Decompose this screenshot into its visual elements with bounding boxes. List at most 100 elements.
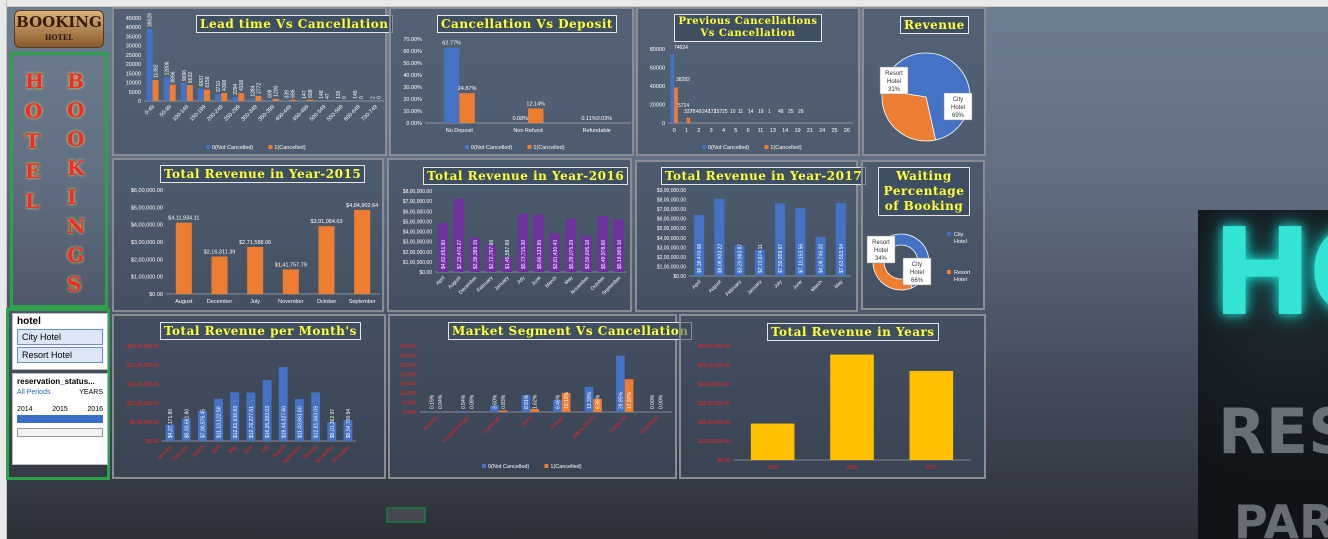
y-tick-label: 30.00%	[403, 85, 422, 91]
timeline-period[interactable]: All Periods	[17, 389, 50, 396]
x-tick-label: November	[278, 299, 304, 305]
hotel-slicer[interactable]: hotel City Hotel Resort Hotel	[12, 313, 108, 370]
timeline-year[interactable]: 2014	[17, 406, 33, 413]
y-tick-label: $0.00	[673, 274, 686, 280]
x-tick-label: Refundable	[583, 128, 611, 134]
y-tick-label: $15,00,000.00	[127, 382, 159, 388]
bar	[354, 209, 371, 294]
data-label: 39029	[147, 13, 153, 27]
legend-label: 0(Not Cancelled)	[488, 464, 529, 470]
legend-swatch	[544, 464, 549, 468]
data-label: 6.96%	[596, 394, 602, 409]
y-tick-label: $4,00,000.00	[657, 236, 686, 242]
data-label: $4,84,902.64	[346, 203, 378, 209]
timeline-year[interactable]: 2015	[52, 406, 68, 413]
y-tick-label: 10000	[126, 81, 141, 87]
legend-label: 0(Not Cancelled)	[471, 145, 512, 151]
bar	[283, 100, 290, 101]
bar	[318, 226, 335, 294]
x-tick-label: Groups	[549, 415, 565, 431]
data-label: $4,82,651.90	[441, 240, 447, 269]
title-letter: O	[25, 99, 43, 123]
legend-swatch	[702, 145, 706, 149]
legend-label: Hotel	[954, 277, 967, 283]
y-tick-label: $3,00,000.00	[657, 245, 686, 251]
panel-market-segment: 35.00% 30.00% 25.00% 20.00% 15.00% 10.00% 5.00…	[388, 314, 693, 479]
x-tick-label: 2016	[846, 465, 857, 471]
pie-label: 69%	[952, 113, 965, 119]
slicer-item-resort-hotel[interactable]: Resort Hotel	[17, 347, 103, 363]
bar	[232, 96, 239, 101]
x-tick-label: July	[250, 299, 260, 305]
pie-label: 66%	[911, 278, 924, 284]
x-tick-label: 5	[734, 128, 737, 134]
y-tick-label: $6,00,000.00	[131, 188, 163, 194]
x-tick-label: 24	[819, 128, 825, 134]
y-tick-label: $20,00,000.00	[698, 420, 730, 426]
bar	[830, 354, 874, 460]
bar	[198, 88, 204, 101]
data-label: $7,63,553.54	[839, 244, 845, 273]
data-label: $5,18,969.16	[617, 240, 623, 269]
data-label: 0	[359, 96, 365, 99]
x-tick-label: December	[207, 299, 233, 305]
bar	[750, 423, 795, 460]
pie-label: 34%	[875, 256, 888, 262]
reservation-status-timeline[interactable]: reservation_status... All Periods YEARS …	[12, 373, 108, 465]
x-tick-label: July	[773, 279, 784, 290]
selected-cell[interactable]	[386, 507, 426, 523]
x-tick-label: 26	[844, 128, 850, 134]
panel-revenue-per-month: $25,00,000.00 $20,00,000.00 $15,00,000.00 $…	[112, 314, 386, 479]
title-letter: S	[67, 272, 82, 296]
y-tick-label: $5,00,000.00	[130, 420, 159, 426]
title-letter: I	[67, 185, 77, 209]
y-tick-label: $7,00,000.00	[403, 199, 432, 205]
x-tick-label: Direct	[520, 415, 534, 429]
bar	[289, 99, 296, 101]
y-tick-label: 20000	[126, 62, 141, 68]
y-tick-label: 60.00%	[403, 49, 422, 55]
data-label: 8896	[171, 71, 177, 82]
y-tick-label: 0	[138, 99, 141, 105]
y-tick-label: $10,00,000.00	[127, 401, 159, 407]
x-tick-label: 250-299	[223, 104, 242, 123]
y-tick-label: 15000	[126, 71, 141, 77]
bar	[498, 410, 508, 412]
bar	[670, 53, 675, 123]
title-letter: G	[67, 243, 85, 267]
x-tick-label: June	[531, 275, 543, 287]
timeline-level[interactable]: YEARS	[79, 389, 103, 396]
timeline-scrollbar[interactable]	[17, 428, 103, 437]
timeline-year[interactable]: 2016	[87, 406, 103, 413]
y-tick-label: $2,00,000.00	[657, 255, 686, 261]
x-tick-label: 0-49	[144, 104, 156, 116]
timeline-bar[interactable]	[17, 415, 103, 423]
panel-lead-time: 45000 40000 35000 30000 25000 20000 15000 10000…	[112, 7, 393, 156]
y-tick-label: 20.00%	[403, 97, 422, 103]
data-label: 74624	[674, 45, 688, 51]
bar	[163, 77, 170, 101]
legend-swatch	[947, 232, 951, 236]
bar	[211, 256, 228, 294]
x-tick-label: January	[746, 279, 763, 296]
chart-title: Waiting Percentage of Booking	[878, 167, 970, 216]
bar	[528, 108, 544, 123]
x-tick-label: August	[175, 299, 193, 305]
pie-label: Hotel	[910, 270, 924, 276]
slicer-item-city-hotel[interactable]: City Hotel	[17, 329, 103, 345]
data-label: $19,44,327.60	[281, 406, 287, 438]
y-tick-label: $0.00	[419, 270, 432, 276]
legend-swatch	[527, 145, 532, 149]
data-label: 11	[738, 109, 743, 115]
legend-label: 1(Cancelled)	[274, 145, 305, 151]
data-label: 6158	[205, 76, 211, 87]
x-tick-label: Corporate	[482, 415, 502, 435]
data-label: $8,08,933.22	[717, 244, 723, 273]
bar	[215, 94, 222, 101]
data-label: $7,59,959.67	[778, 244, 784, 273]
chart-title: Market Segment Vs Cancellation	[448, 322, 693, 340]
data-label: 25	[722, 109, 728, 115]
chart-title: Total Revenue in Year-2016	[423, 167, 629, 185]
data-label: $2,71,588.06	[239, 240, 271, 246]
data-label: 25	[788, 109, 794, 115]
